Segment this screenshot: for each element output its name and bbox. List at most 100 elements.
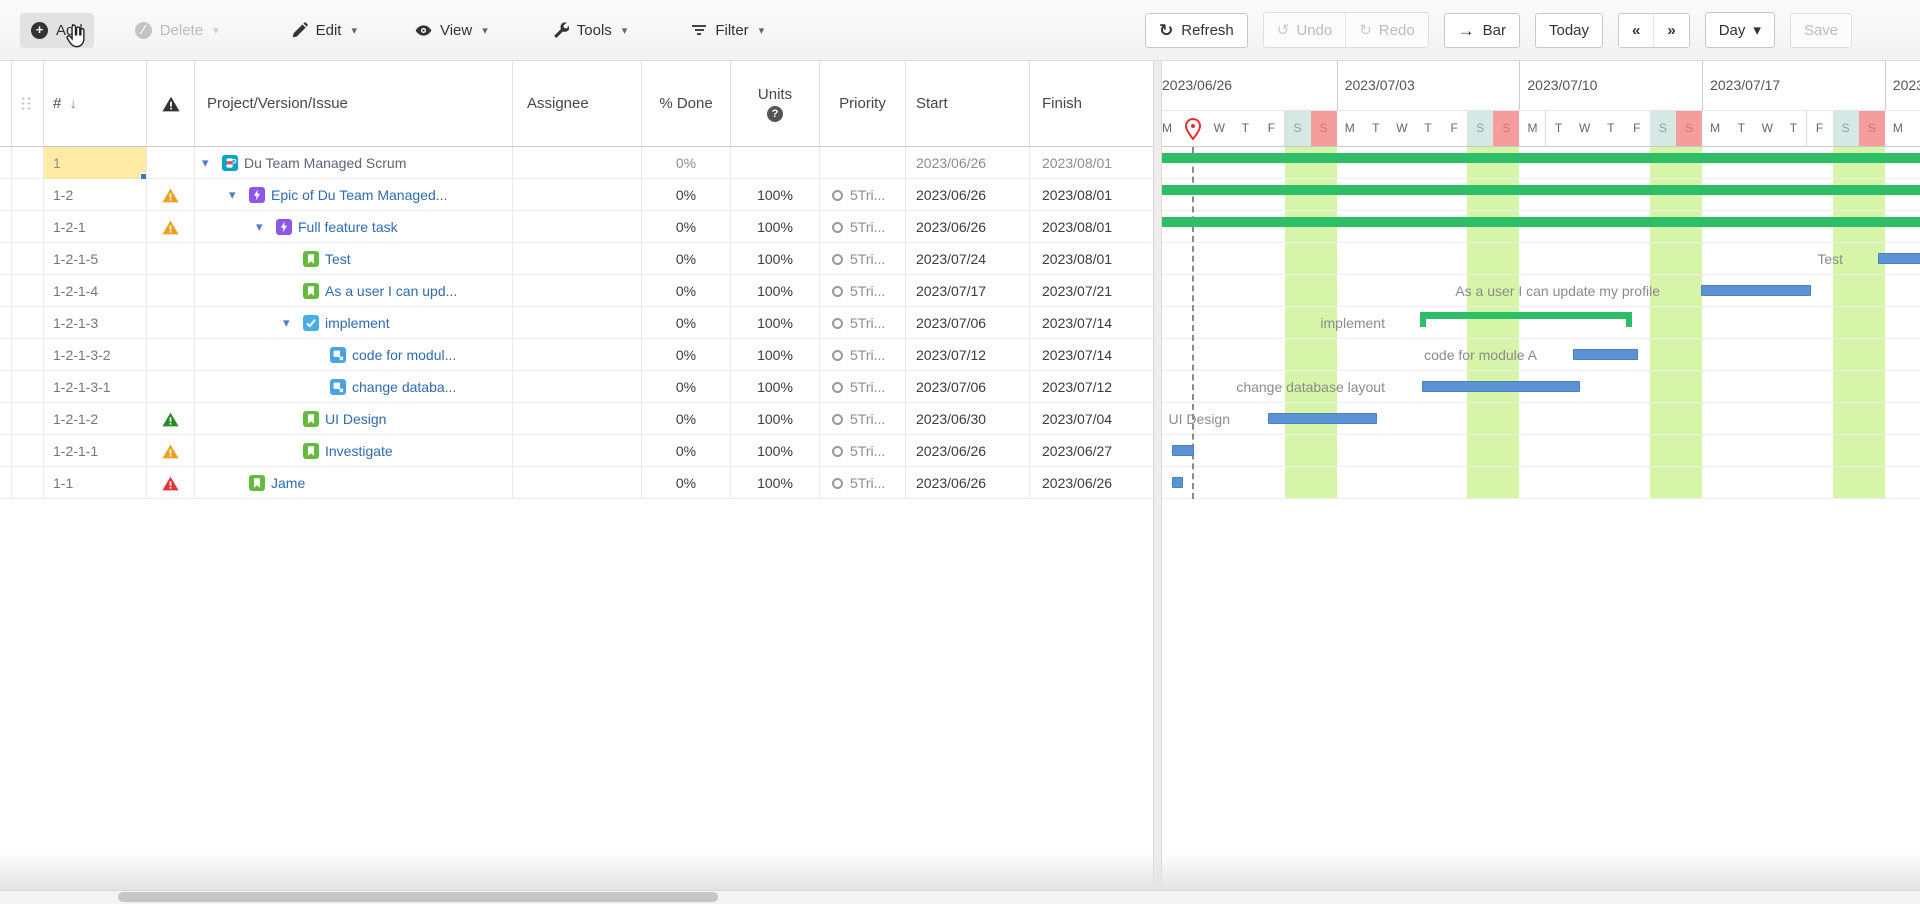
project-issue-cell[interactable]: ▾Full feature task: [195, 211, 513, 243]
column-header-priority[interactable]: Priority: [820, 61, 906, 146]
today-button[interactable]: Today: [1535, 13, 1603, 48]
table-row[interactable]: 1-1Jame0%100%5Tri...2023/06/262023/06/26: [0, 467, 1153, 499]
gantt-task-bar[interactable]: [1701, 285, 1811, 296]
issue-title-link[interactable]: implement: [325, 315, 390, 331]
pane-splitter[interactable]: [1153, 61, 1162, 890]
expand-caret-icon[interactable]: ▾: [283, 315, 290, 331]
finish-date-cell[interactable]: 2023/08/01: [1030, 179, 1153, 211]
row-number-cell[interactable]: 1-1: [44, 467, 147, 499]
start-date-cell[interactable]: 2023/06/30: [906, 403, 1030, 435]
finish-date-cell[interactable]: 2023/08/01: [1030, 243, 1153, 275]
column-header-assignee[interactable]: Assignee: [513, 61, 642, 146]
priority-cell[interactable]: 5Tri...: [820, 435, 906, 467]
issue-title-link[interactable]: code for modul...: [352, 347, 456, 363]
priority-cell[interactable]: [820, 147, 906, 179]
project-issue-cell[interactable]: As a user I can upd...: [195, 275, 513, 307]
edit-menu-button[interactable]: Edit ▾: [280, 13, 368, 48]
table-row[interactable]: 1-2-1▾Full feature task0%100%5Tri...2023…: [0, 211, 1153, 243]
finish-date-cell[interactable]: 2023/08/01: [1030, 211, 1153, 243]
start-date-cell[interactable]: 2023/07/06: [906, 307, 1030, 339]
project-issue-cell[interactable]: UI Design: [195, 403, 513, 435]
header-grip-cell[interactable]: [12, 61, 44, 146]
assignee-cell[interactable]: [513, 243, 642, 275]
table-row[interactable]: 1-2-1-3-1change databa...0%100%5Tri...20…: [0, 371, 1153, 403]
column-header-project[interactable]: Project/Version/Issue: [195, 61, 513, 146]
row-number-cell[interactable]: 1-2-1-5: [44, 243, 147, 275]
finish-date-cell[interactable]: 2023/07/14: [1030, 307, 1153, 339]
row-number-cell[interactable]: 1-2-1-3: [44, 307, 147, 339]
row-grip-cell[interactable]: [12, 211, 44, 243]
column-header-warning[interactable]: [147, 61, 195, 146]
units-cell[interactable]: 100%: [731, 467, 820, 499]
assignee-cell[interactable]: [513, 371, 642, 403]
assignee-cell[interactable]: [513, 467, 642, 499]
table-row[interactable]: 1-2-1-3-2code for modul...0%100%5Tri...2…: [0, 339, 1153, 371]
priority-cell[interactable]: 5Tri...: [820, 307, 906, 339]
priority-cell[interactable]: 5Tri...: [820, 275, 906, 307]
gantt-task-bar[interactable]: [1878, 253, 1920, 264]
start-date-cell[interactable]: 2023/06/26: [906, 211, 1030, 243]
issue-title-link[interactable]: Test: [325, 251, 351, 267]
finish-date-cell[interactable]: 2023/07/12: [1030, 371, 1153, 403]
units-cell[interactable]: 100%: [731, 371, 820, 403]
scroll-left-button[interactable]: «: [1619, 14, 1653, 47]
table-row[interactable]: 1-2-1-3▾implement0%100%5Tri...2023/07/06…: [0, 307, 1153, 339]
table-row[interactable]: 1-2▾Epic of Du Team Managed...0%100%5Tri…: [0, 179, 1153, 211]
add-button[interactable]: + Add: [20, 13, 94, 48]
priority-cell[interactable]: 5Tri...: [820, 403, 906, 435]
assignee-cell[interactable]: [513, 147, 642, 179]
priority-cell[interactable]: 5Tri...: [820, 211, 906, 243]
assignee-cell[interactable]: [513, 211, 642, 243]
percent-done-cell[interactable]: 0%: [642, 371, 731, 403]
finish-date-cell[interactable]: 2023/06/27: [1030, 435, 1153, 467]
save-button[interactable]: Save: [1790, 13, 1852, 48]
undo-button[interactable]: ↺ Undo: [1264, 13, 1345, 47]
refresh-button[interactable]: ↻ Refresh: [1145, 13, 1248, 48]
zoom-level-dropdown[interactable]: Day ▾: [1705, 12, 1775, 48]
units-cell[interactable]: 100%: [731, 403, 820, 435]
delete-button[interactable]: ∕ Delete ▾: [124, 13, 230, 48]
start-date-cell[interactable]: 2023/06/26: [906, 147, 1030, 179]
selected-cell[interactable]: 1: [44, 147, 147, 179]
project-issue-cell[interactable]: change databa...: [195, 371, 513, 403]
row-grip-cell[interactable]: [12, 147, 44, 179]
units-cell[interactable]: 100%: [731, 243, 820, 275]
column-header-units[interactable]: Units ?: [731, 61, 820, 146]
project-issue-cell[interactable]: code for modul...: [195, 339, 513, 371]
selection-fill-handle[interactable]: [140, 173, 147, 179]
issue-title-link[interactable]: UI Design: [325, 411, 386, 427]
row-number-cell[interactable]: 1-2: [44, 179, 147, 211]
priority-cell[interactable]: 5Tri...: [820, 339, 906, 371]
row-grip-cell[interactable]: [12, 371, 44, 403]
table-row[interactable]: 1-2-1-4As a user I can upd...0%100%5Tri.…: [0, 275, 1153, 307]
assignee-cell[interactable]: [513, 179, 642, 211]
tools-menu-button[interactable]: Tools ▾: [541, 13, 639, 48]
expand-caret-icon[interactable]: ▾: [202, 155, 209, 171]
help-icon[interactable]: ?: [767, 106, 783, 122]
gantt-summary-bar[interactable]: [1162, 153, 1920, 163]
row-grip-cell[interactable]: [12, 339, 44, 371]
row-number-cell[interactable]: 1-2-1-3-2: [44, 339, 147, 371]
table-row[interactable]: 1-2-1-1Investigate0%100%5Tri...2023/06/2…: [0, 435, 1153, 467]
issue-title-link[interactable]: Full feature task: [298, 219, 398, 235]
finish-date-cell[interactable]: 2023/07/14: [1030, 339, 1153, 371]
project-issue-cell[interactable]: Jame: [195, 467, 513, 499]
priority-cell[interactable]: 5Tri...: [820, 467, 906, 499]
percent-done-cell[interactable]: 0%: [642, 403, 731, 435]
start-date-cell[interactable]: 2023/06/26: [906, 467, 1030, 499]
assignee-cell[interactable]: [513, 339, 642, 371]
start-date-cell[interactable]: 2023/07/17: [906, 275, 1030, 307]
row-number-cell[interactable]: 1-2-1-1: [44, 435, 147, 467]
start-date-cell[interactable]: 2023/07/24: [906, 243, 1030, 275]
project-issue-cell[interactable]: Investigate: [195, 435, 513, 467]
table-row[interactable]: 1-2-1-2UI Design0%100%5Tri...2023/06/302…: [0, 403, 1153, 435]
assignee-cell[interactable]: [513, 435, 642, 467]
priority-cell[interactable]: 5Tri...: [820, 179, 906, 211]
project-issue-cell[interactable]: ▾ implement: [195, 307, 513, 339]
row-grip-cell[interactable]: [12, 243, 44, 275]
project-issue-cell[interactable]: ▾Du Team Managed Scrum: [195, 147, 513, 179]
gantt-parent-task-bar[interactable]: [1420, 312, 1632, 328]
gantt-task-bar[interactable]: [1573, 349, 1638, 360]
row-grip-cell[interactable]: [12, 467, 44, 499]
percent-done-cell[interactable]: 0%: [642, 243, 731, 275]
